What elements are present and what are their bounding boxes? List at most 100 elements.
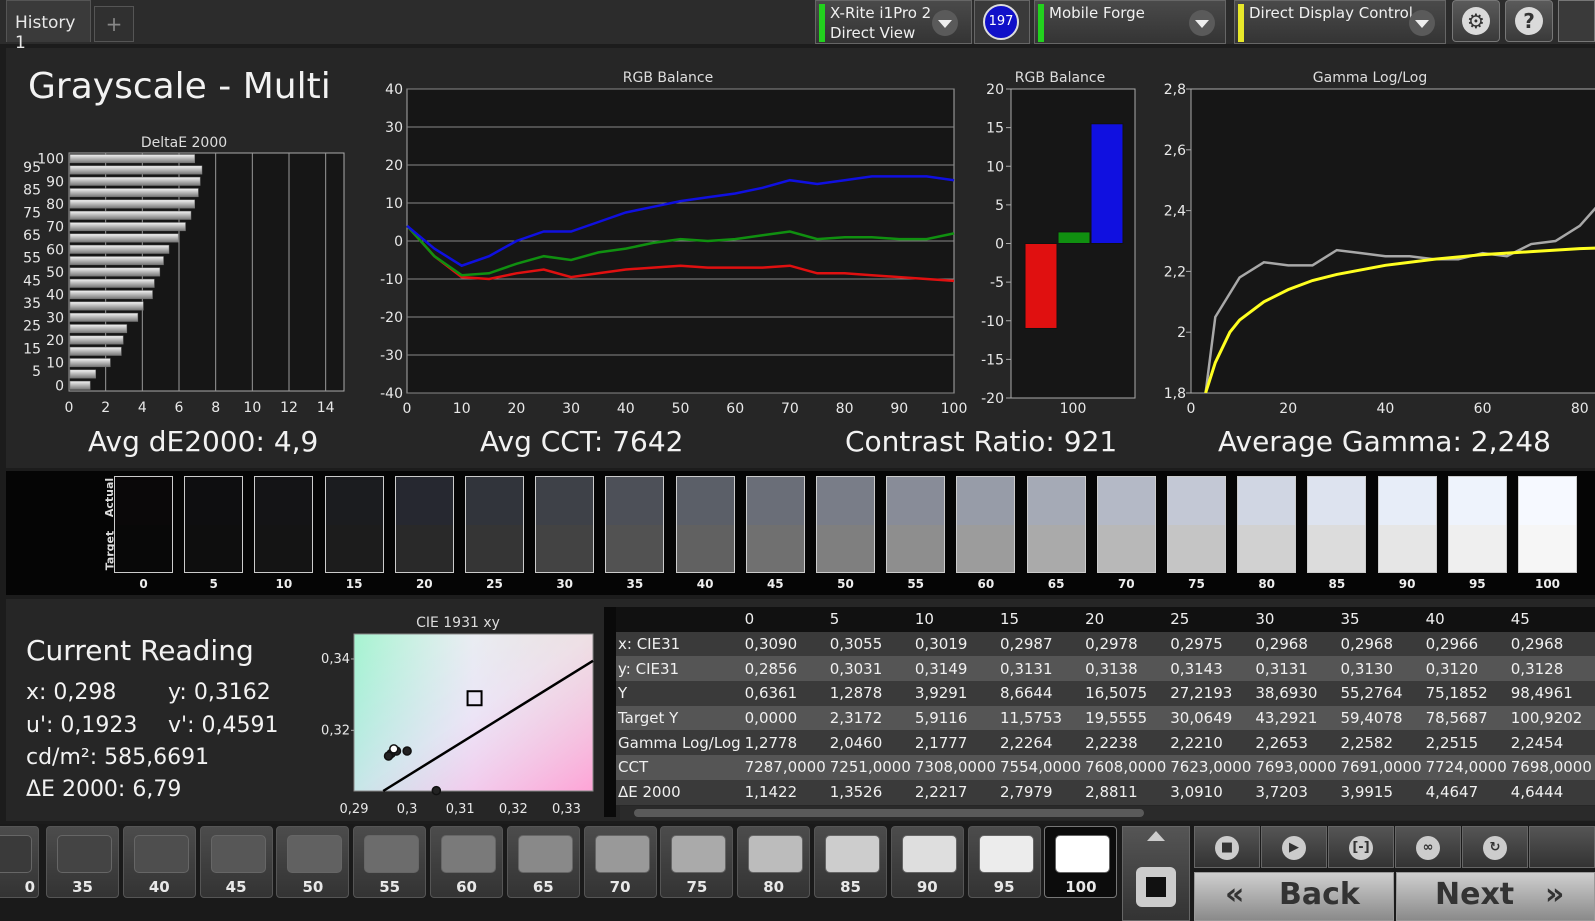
record-control[interactable] bbox=[1122, 826, 1190, 921]
table-cell: 0,2856 bbox=[742, 656, 828, 682]
continuous-button[interactable]: ∞ bbox=[1395, 826, 1461, 868]
step-button-0[interactable]: 0 bbox=[0, 826, 39, 898]
x-tick-label: 2 bbox=[101, 400, 110, 416]
target-swatch bbox=[887, 524, 945, 572]
swatch-30 bbox=[535, 476, 595, 573]
display-selector[interactable]: Direct Display Control bbox=[1234, 0, 1446, 44]
swatch-label: 30 bbox=[556, 577, 574, 591]
x-tick-label: 0,31 bbox=[446, 802, 475, 817]
actual-swatch bbox=[395, 477, 453, 525]
add-tab-button[interactable]: + bbox=[94, 6, 134, 42]
step-button-70[interactable]: 70 bbox=[583, 826, 657, 898]
bar bbox=[69, 233, 179, 243]
swatch-65 bbox=[1026, 476, 1086, 573]
status-indicator bbox=[1238, 4, 1244, 42]
table-cell: 2,2264 bbox=[998, 730, 1084, 756]
measurement-point bbox=[431, 785, 442, 796]
chevron-down-icon[interactable] bbox=[1189, 10, 1215, 36]
step-button-100[interactable]: 100 bbox=[1044, 826, 1118, 898]
table-cell: 0,2968 bbox=[1253, 631, 1339, 657]
actual-swatch bbox=[255, 477, 313, 525]
actual-swatch bbox=[746, 477, 804, 525]
table-cell: 0,2975 bbox=[1168, 631, 1254, 657]
step-button-45[interactable]: 45 bbox=[199, 826, 273, 898]
refresh-button[interactable]: ↻ bbox=[1462, 826, 1528, 868]
swatch-0 bbox=[114, 476, 173, 573]
table-cell: 0,6361 bbox=[742, 681, 828, 706]
target-swatch bbox=[536, 524, 594, 572]
step-button-50[interactable]: 50 bbox=[276, 826, 350, 898]
table-cell: 0,3131 bbox=[1253, 656, 1339, 682]
chevron-down-icon[interactable] bbox=[1409, 10, 1435, 36]
table-cell: 3,9291 bbox=[912, 681, 999, 706]
step-button-55[interactable]: 55 bbox=[353, 826, 427, 898]
target-swatch bbox=[466, 524, 523, 572]
bar bbox=[69, 301, 144, 311]
step-color-swatch bbox=[287, 835, 343, 873]
table-scrollbar[interactable] bbox=[620, 806, 1595, 820]
table-cell: 3,7203 bbox=[1253, 779, 1339, 805]
swatch-45 bbox=[745, 476, 805, 573]
actual-swatch bbox=[1448, 477, 1506, 525]
x-tick-label: 0,33 bbox=[552, 802, 581, 817]
step-button-75[interactable]: 75 bbox=[660, 826, 734, 898]
step-color-swatch bbox=[978, 835, 1034, 873]
reading-luminance: cd/m²: 585,6691 bbox=[26, 745, 210, 770]
stop-button[interactable]: ■ bbox=[1194, 826, 1260, 868]
x-tick-label: 0,3 bbox=[397, 802, 418, 817]
step-label: 45 bbox=[225, 878, 247, 896]
step-button-65[interactable]: 65 bbox=[506, 826, 580, 898]
red-bar bbox=[1024, 243, 1058, 329]
step-button-95[interactable]: 95 bbox=[967, 826, 1041, 898]
up-arrow-icon[interactable] bbox=[1147, 831, 1165, 841]
x-tick-label: 4 bbox=[138, 400, 147, 416]
step-button-35[interactable]: 35 bbox=[46, 826, 119, 898]
table-cell: 0,3128 bbox=[1508, 656, 1594, 682]
help-button[interactable]: ? bbox=[1505, 0, 1553, 42]
x-tick-label: 8 bbox=[211, 400, 220, 416]
bar bbox=[69, 256, 164, 266]
step-button-60[interactable]: 60 bbox=[430, 826, 503, 898]
step-button-80[interactable]: 80 bbox=[737, 826, 811, 898]
step-button-85[interactable]: 85 bbox=[814, 826, 887, 898]
column-header: 20 bbox=[1083, 607, 1169, 632]
overflow-button[interactable] bbox=[1558, 0, 1595, 42]
profile-selector[interactable]: Mobile Forge bbox=[1034, 0, 1226, 44]
table-row: CCT 7287,0000 7251,0000 7308,0000 7554,0000 7… bbox=[612, 755, 1595, 780]
step-button-40[interactable]: 40 bbox=[122, 826, 196, 898]
x-tick-label: 100 bbox=[1060, 401, 1087, 417]
y-tick-label: 5 bbox=[995, 198, 1004, 214]
step-color-swatch bbox=[364, 835, 420, 873]
next-button[interactable]: Next » bbox=[1396, 872, 1595, 921]
table-row: Y 0,6361 1,2878 3,9291 8,6644 16,5075 27,2193 3… bbox=[612, 681, 1595, 706]
extra-button[interactable] bbox=[1529, 826, 1595, 868]
actual-swatch bbox=[325, 477, 383, 525]
table-cell: 30,0649 bbox=[1168, 705, 1254, 731]
swatch-55 bbox=[886, 476, 946, 573]
y-tick-label: 1,8 bbox=[1164, 386, 1186, 402]
y-tick-label: 10 bbox=[385, 196, 403, 212]
chevron-down-icon[interactable] bbox=[932, 10, 958, 36]
meter-selector[interactable]: X-Rite i1Pro 2 Direct View bbox=[815, 0, 972, 44]
tab-history-1[interactable]: History 1 bbox=[6, 0, 91, 53]
back-button[interactable]: « Back bbox=[1194, 872, 1394, 921]
display-name: Direct Display Control bbox=[1249, 4, 1413, 22]
y-tick-label: 75 bbox=[23, 205, 41, 221]
target-swatch bbox=[1448, 524, 1506, 572]
measure-range-button[interactable]: [-] bbox=[1328, 826, 1394, 868]
bar bbox=[69, 222, 186, 232]
table-cell: 1,3526 bbox=[827, 779, 913, 805]
swatch-75 bbox=[1167, 476, 1226, 573]
step-button-90[interactable]: 90 bbox=[890, 826, 964, 898]
swatch-20 bbox=[394, 476, 454, 573]
settings-button[interactable]: ⚙ bbox=[1452, 0, 1500, 42]
stop-record-icon[interactable] bbox=[1136, 867, 1176, 907]
play-button[interactable]: ▶ bbox=[1261, 826, 1327, 868]
table-cell: 7554,0000 bbox=[998, 755, 1084, 780]
reading-y: y: 0,3162 bbox=[168, 680, 271, 705]
scrollbar-thumb[interactable] bbox=[634, 809, 1144, 817]
table-cell: 11,5753 bbox=[998, 705, 1084, 731]
actual-swatch bbox=[817, 477, 874, 525]
blue-bar bbox=[1090, 123, 1124, 245]
actual-swatch bbox=[957, 477, 1015, 525]
